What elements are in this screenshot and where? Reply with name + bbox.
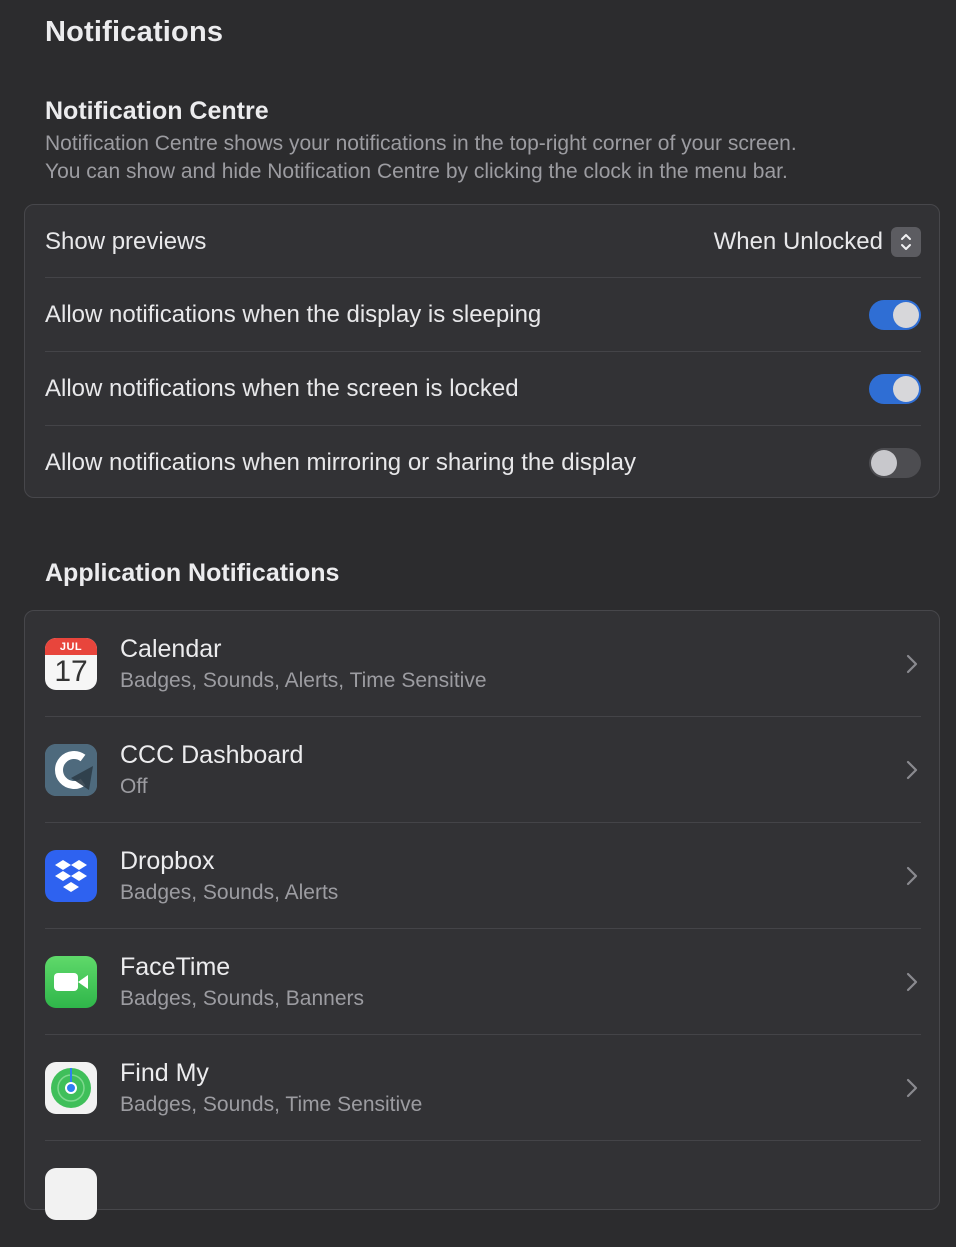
app-text: FaceTime Badges, Sounds, Banners: [120, 952, 905, 1013]
chevron-right-icon: [906, 866, 918, 886]
app-subtitle: Badges, Sounds, Banners: [120, 986, 365, 1010]
show-previews-value: When Unlocked: [713, 227, 883, 255]
app-row-calendar[interactable]: JUL 17 Calendar Badges, Sounds, Alerts, …: [45, 611, 921, 717]
display-sleeping-row: Allow notifications when the display is …: [45, 278, 921, 352]
app-row-find-my[interactable]: Find My Badges, Sounds, Time Sensitive: [45, 1035, 921, 1141]
app-subtitle: Off: [120, 774, 148, 798]
show-previews-row: Show previews When Unlocked: [45, 205, 921, 278]
app-text: CCC Dashboard Off: [120, 740, 905, 801]
chevron-right-icon: [906, 654, 918, 674]
chevron-right-icon: [906, 972, 918, 992]
chevron-right-icon: [906, 760, 918, 780]
calendar-icon-month: JUL: [59, 640, 83, 653]
app-row-next[interactable]: [45, 1141, 921, 1247]
app-text: Find My Badges, Sounds, Time Sensitive: [120, 1058, 905, 1119]
screen-locked-row: Allow notifications when the screen is l…: [45, 352, 921, 426]
ccc-dashboard-icon: [45, 744, 97, 796]
app-text: Dropbox Badges, Sounds, Alerts: [120, 846, 905, 907]
screen-locked-label: Allow notifications when the screen is l…: [45, 375, 519, 402]
calendar-icon: JUL 17: [45, 638, 97, 690]
notification-centre-settings-card: Show previews When Unlocked Allow notifi…: [24, 204, 940, 498]
toggle-knob: [893, 376, 919, 402]
mirroring-toggle[interactable]: [869, 447, 921, 478]
description-line-2: You can show and hide Notification Centr…: [45, 160, 788, 183]
up-down-chevron-icon: [891, 226, 921, 257]
app-row-dropbox[interactable]: Dropbox Badges, Sounds, Alerts: [45, 823, 921, 929]
find-my-icon: [45, 1062, 97, 1114]
page-title: Notifications: [45, 16, 224, 48]
app-subtitle: Badges, Sounds, Alerts: [120, 880, 339, 904]
toggle-knob: [871, 449, 897, 476]
app-text: Calendar Badges, Sounds, Alerts, Time Se…: [120, 634, 905, 695]
app-row-facetime[interactable]: FaceTime Badges, Sounds, Banners: [45, 929, 921, 1035]
app-icon-partial: [45, 1168, 97, 1220]
calendar-icon-day: 17: [54, 655, 88, 688]
app-subtitle: Badges, Sounds, Alerts, Time Sensitive: [120, 668, 487, 692]
toggle-knob: [893, 302, 919, 328]
show-previews-select[interactable]: When Unlocked: [713, 226, 921, 257]
show-previews-label: Show previews: [45, 227, 207, 255]
dropbox-icon: [45, 850, 97, 902]
app-name: CCC Dashboard: [120, 740, 304, 769]
notification-centre-description: Notification Centre shows your notificat…: [45, 130, 945, 186]
display-sleeping-toggle[interactable]: [869, 300, 921, 330]
app-name: Calendar: [120, 634, 222, 663]
app-row-ccc-dashboard[interactable]: CCC Dashboard Off: [45, 717, 921, 823]
app-name: Dropbox: [120, 846, 215, 875]
mirroring-label: Allow notifications when mirroring or sh…: [45, 448, 636, 476]
display-sleeping-label: Allow notifications when the display is …: [45, 301, 542, 328]
app-name: FaceTime: [120, 952, 231, 981]
facetime-icon: [45, 956, 97, 1008]
mirroring-row: Allow notifications when mirroring or sh…: [45, 426, 921, 499]
notification-centre-heading: Notification Centre: [45, 97, 269, 125]
screen-locked-toggle[interactable]: [869, 374, 921, 404]
app-name: Find My: [120, 1058, 209, 1087]
chevron-right-icon: [906, 1078, 918, 1098]
description-line-1: Notification Centre shows your notificat…: [45, 132, 797, 155]
application-notifications-heading: Application Notifications: [45, 559, 340, 587]
app-subtitle: Badges, Sounds, Time Sensitive: [120, 1092, 423, 1116]
application-notifications-list: JUL 17 Calendar Badges, Sounds, Alerts, …: [24, 610, 940, 1220]
